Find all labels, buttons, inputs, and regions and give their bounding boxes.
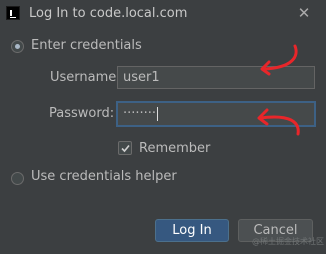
- enter-credentials-label[interactable]: Enter credentials: [31, 38, 142, 53]
- text-cursor: [157, 106, 159, 121]
- password-dots: ········: [123, 106, 157, 121]
- credentials-helper-radio[interactable]: [11, 172, 24, 185]
- checkmark-icon: [121, 144, 130, 153]
- password-field[interactable]: ········: [116, 101, 316, 127]
- remember-label[interactable]: Remember: [139, 141, 210, 156]
- intellij-icon: [6, 6, 20, 20]
- title-bar: Log In to code.local.com ✕: [0, 0, 326, 28]
- close-icon[interactable]: ✕: [294, 3, 314, 23]
- username-label: Username:: [50, 70, 121, 85]
- watermark: @稀土掘金技术社区: [252, 237, 324, 246]
- password-label: Password:: [49, 106, 115, 121]
- remember-checkbox[interactable]: [118, 141, 132, 155]
- login-dialog: Log In to code.local.com ✕ Enter credent…: [0, 0, 326, 254]
- enter-credentials-radio[interactable]: [11, 40, 24, 53]
- username-field[interactable]: [117, 66, 315, 89]
- credentials-helper-label[interactable]: Use credentials helper: [31, 169, 177, 184]
- login-button[interactable]: Log In: [155, 219, 229, 242]
- dialog-title: Log In to code.local.com: [29, 6, 188, 21]
